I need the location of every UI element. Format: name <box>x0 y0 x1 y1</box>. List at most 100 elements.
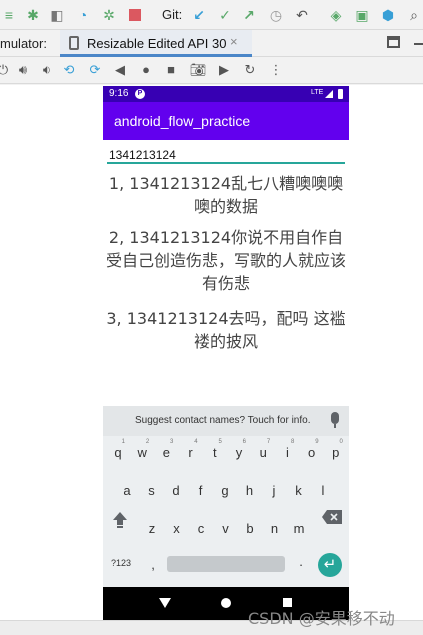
comma-key[interactable]: , <box>143 554 163 576</box>
key-r[interactable]: r4 <box>181 439 201 464</box>
stop-icon[interactable] <box>126 6 144 24</box>
emulator-label: mulator: <box>0 36 47 51</box>
key-z[interactable]: z <box>142 518 162 540</box>
key-g[interactable]: g <box>215 480 235 502</box>
rollback-icon[interactable]: ↶ <box>293 6 311 24</box>
symbols-key[interactable]: ?123 <box>109 552 133 574</box>
key-c[interactable]: c <box>191 518 211 540</box>
mic-icon[interactable] <box>331 412 339 424</box>
rotate-left-icon[interactable]: ⟲ <box>60 61 78 79</box>
key-o[interactable]: o9 <box>302 439 322 464</box>
result-item-3: 3, 1341213124去吗，配吗 这褴褛的披风 <box>106 309 346 351</box>
sdk-manager-icon[interactable]: ▣ <box>353 6 371 24</box>
emulator-tab-row: mulator: Resizable Edited API 30 × <box>0 30 423 57</box>
overview-icon[interactable]: ■ <box>162 61 180 79</box>
status-time: 9:16 <box>109 88 129 99</box>
snapshot-icon[interactable]: ↻ <box>241 61 259 79</box>
mic-stand <box>334 424 336 428</box>
key-u[interactable]: u7 <box>253 439 273 464</box>
key-hint: 6 <box>242 439 246 445</box>
key-x[interactable]: x <box>167 518 187 540</box>
key-hint: 1 <box>121 439 125 445</box>
key-hint: 0 <box>339 439 343 445</box>
key-p[interactable]: p0 <box>326 439 346 464</box>
app-indicator-icon: P <box>135 89 145 99</box>
profile-icon[interactable]: ◔ <box>74 6 92 24</box>
shift-icon <box>113 512 127 528</box>
key-hint: 5 <box>218 439 222 445</box>
nav-home-icon[interactable] <box>221 598 231 608</box>
suggestion-text: Suggest contact names? Touch for info. <box>135 415 311 426</box>
home-icon[interactable]: ● <box>137 61 155 79</box>
key-d[interactable]: d <box>166 480 186 502</box>
key-i[interactable]: i8 <box>277 439 297 464</box>
key-q[interactable]: q1 <box>108 439 128 464</box>
key-b[interactable]: b <box>240 518 260 540</box>
history-icon[interactable]: ◷ <box>267 6 285 24</box>
key-y[interactable]: y6 <box>229 439 249 464</box>
backspace-key[interactable] <box>321 509 343 525</box>
key-f[interactable]: f <box>191 480 211 502</box>
key-hint: 2 <box>145 439 150 445</box>
enter-key[interactable]: ↵ <box>318 553 342 577</box>
status-bar: 9:16 P LTE <box>103 86 349 102</box>
volume-up-icon[interactable]: 🔊︎ <box>14 61 32 79</box>
emulator-controls: ⏻ 🔊︎ 🔉︎ ⟲ ⟳ ◀ ● ■ 📷︎ ▶ ↻ ⋮ <box>0 57 423 84</box>
more-icon[interactable]: ⋮ <box>267 61 285 79</box>
git-update-icon[interactable]: ↙ <box>190 6 208 24</box>
stop-run-icon[interactable]: ≡ <box>0 6 18 24</box>
period-key[interactable]: . <box>291 551 311 573</box>
git-commit-icon[interactable]: ✓ <box>216 6 234 24</box>
device-icon <box>69 36 79 50</box>
tab-close-icon[interactable]: × <box>230 34 238 49</box>
structure-icon[interactable]: ⬢ <box>379 6 397 24</box>
result-item-2: 2, 1341213124你说不用自作自受自己创造伤悲，写歌的人就应该有伤悲 <box>105 228 346 293</box>
device-manager-icon[interactable]: ◈ <box>327 6 345 24</box>
key-n[interactable]: n <box>265 518 285 540</box>
rotate-right-icon[interactable]: ⟳ <box>86 61 104 79</box>
screenshot-icon[interactable]: 📷︎ <box>189 61 207 79</box>
key-e[interactable]: e3 <box>156 439 176 464</box>
record-icon[interactable]: ▶ <box>215 61 233 79</box>
key-k[interactable]: k <box>289 480 309 502</box>
key-hint: 9 <box>315 439 319 445</box>
key-w[interactable]: w2 <box>132 439 152 464</box>
key-h[interactable]: h <box>240 480 260 502</box>
space-key[interactable] <box>167 556 285 572</box>
apply-changes-icon[interactable]: ✲ <box>100 6 118 24</box>
search-input[interactable] <box>107 148 345 164</box>
signal-icon <box>325 90 333 98</box>
nav-back-icon[interactable] <box>159 598 171 608</box>
search-icon[interactable]: ⌕ <box>405 6 423 24</box>
key-l[interactable]: l <box>313 480 333 502</box>
window-mode-icon[interactable] <box>387 36 400 48</box>
key-j[interactable]: j <box>264 480 284 502</box>
key-s[interactable]: s <box>142 480 162 502</box>
enter-icon: ↵ <box>323 556 337 573</box>
key-hint: 8 <box>291 439 295 445</box>
shift-key[interactable] <box>111 510 129 528</box>
backspace-icon <box>322 510 342 524</box>
git-label: Git: <box>162 7 183 22</box>
power-icon[interactable]: ⏻ <box>0 61 12 79</box>
attach-debugger-icon[interactable]: ◧ <box>48 6 66 24</box>
back-icon[interactable]: ◀ <box>111 61 129 79</box>
key-m[interactable]: m <box>289 518 309 540</box>
debug-icon[interactable]: ✱ <box>24 6 42 24</box>
key-hint: 7 <box>266 439 271 445</box>
key-v[interactable]: v <box>216 518 236 540</box>
key-hint: 4 <box>194 439 198 445</box>
key-t[interactable]: t5 <box>205 439 225 464</box>
emulator-tab[interactable]: Resizable Edited API 30 × <box>60 30 252 57</box>
result-item-1: 1, 1341213124乱七八糟噢噢噢噢的数据 <box>108 174 344 216</box>
watermark: CSDN @安果移不动 <box>248 609 395 628</box>
minimize-icon[interactable] <box>414 43 423 45</box>
volume-down-icon[interactable]: 🔉︎ <box>38 61 56 79</box>
phone-screen: 9:16 P LTE android_flow_practice 1, 1341… <box>103 86 349 620</box>
battery-icon <box>338 89 343 99</box>
key-a[interactable]: a <box>117 480 137 502</box>
git-push-icon[interactable]: ↗ <box>240 6 258 24</box>
suggestion-bar[interactable]: Suggest contact names? Touch for info. <box>103 406 349 436</box>
network-type: LTE <box>311 89 324 96</box>
key-hint: 3 <box>170 439 174 445</box>
